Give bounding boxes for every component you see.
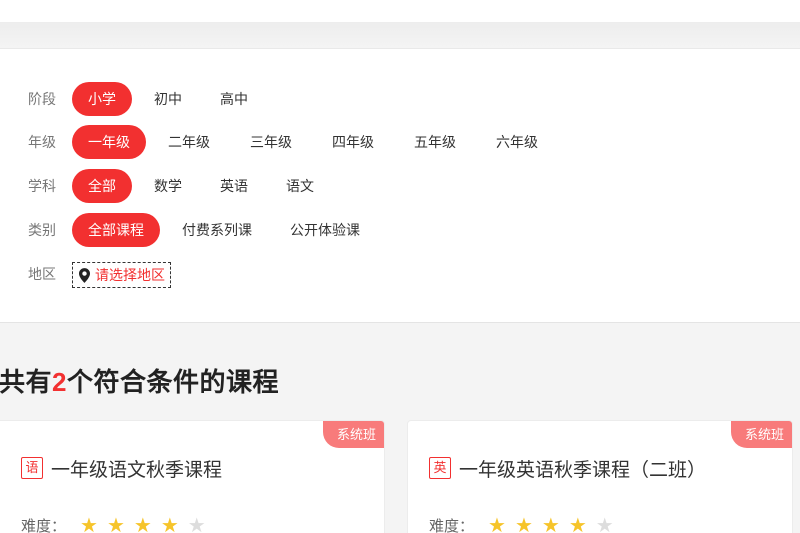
difficulty-label: 难度： — [21, 518, 67, 533]
header-divider — [0, 22, 800, 48]
subject-options: 全部 数学 英语 语文 — [72, 169, 336, 203]
star-icon: ★ — [160, 514, 179, 533]
star-empty-icon: ★ — [595, 514, 614, 533]
course-title[interactable]: 一年级语文秋季课程 — [51, 455, 222, 482]
stage-option-primary[interactable]: 小学 — [72, 82, 132, 116]
star-icon: ★ — [80, 514, 98, 533]
course-type-badge: 系统班 — [730, 421, 792, 448]
subject-option-math[interactable]: 数学 — [138, 169, 198, 203]
star-icon: ★ — [541, 514, 560, 533]
grade-option-4[interactable]: 四年级 — [316, 125, 390, 159]
grade-option-6[interactable]: 六年级 — [480, 125, 554, 159]
top-header-bar — [0, 0, 800, 22]
difficulty-label: 难度： — [429, 518, 475, 533]
stage-option-senior[interactable]: 高中 — [204, 82, 264, 116]
result-count: 2 — [52, 367, 67, 397]
star-icon: ★ — [106, 514, 125, 533]
star-empty-icon: ★ — [187, 514, 206, 533]
stage-option-junior[interactable]: 初中 — [138, 82, 198, 116]
difficulty-rating: 难度： ★ ★ ★ ★ ★ — [21, 515, 215, 533]
location-pin-icon — [79, 267, 90, 283]
filter-label-subject: 学科 — [28, 178, 56, 194]
grade-option-5[interactable]: 五年级 — [398, 125, 472, 159]
filter-label-category: 类别 — [28, 222, 56, 238]
filter-label-stage: 阶段 — [28, 91, 56, 107]
course-title[interactable]: 一年级英语秋季课程（二班） — [459, 455, 706, 482]
category-option-all[interactable]: 全部课程 — [72, 213, 160, 247]
subject-option-chinese[interactable]: 语文 — [270, 169, 330, 203]
result-suffix: 个符合条件的课程 — [66, 367, 279, 397]
result-count-heading: 共有2个符合条件的课程 — [0, 362, 279, 399]
filter-label-grade: 年级 — [28, 134, 56, 150]
star-icon: ★ — [514, 514, 533, 533]
grade-options: 一年级 二年级 三年级 四年级 五年级 六年级 — [72, 125, 560, 159]
course-card[interactable]: 系统班 语 一年级语文秋季课程 难度： ★ ★ ★ ★ ★ — [0, 420, 385, 533]
subject-option-english[interactable]: 英语 — [204, 169, 264, 203]
select-region-button[interactable]: 请选择地区 — [72, 262, 171, 288]
course-type-badge: 系统班 — [322, 421, 384, 448]
result-prefix: 共有 — [0, 367, 53, 397]
subject-chinese-icon: 语 — [21, 457, 43, 479]
subject-english-icon: 英 — [429, 457, 451, 479]
select-region-label: 请选择地区 — [95, 267, 165, 283]
filter-label-region: 地区 — [28, 266, 56, 282]
category-options: 全部课程 付费系列课 公开体验课 — [72, 213, 382, 247]
subject-option-all[interactable]: 全部 — [72, 169, 132, 203]
grade-option-2[interactable]: 二年级 — [152, 125, 226, 159]
grade-option-3[interactable]: 三年级 — [234, 125, 308, 159]
star-icon: ★ — [568, 514, 587, 533]
star-icon: ★ — [488, 514, 506, 533]
category-option-paid[interactable]: 付费系列课 — [166, 213, 268, 247]
stage-options: 小学 初中 高中 — [72, 82, 270, 116]
course-card[interactable]: 系统班 英 一年级英语秋季课程（二班） 难度： ★ ★ ★ ★ ★ — [407, 420, 793, 533]
difficulty-rating: 难度： ★ ★ ★ ★ ★ — [429, 515, 623, 533]
category-option-trial[interactable]: 公开体验课 — [274, 213, 376, 247]
grade-option-1[interactable]: 一年级 — [72, 125, 146, 159]
star-icon: ★ — [133, 514, 152, 533]
